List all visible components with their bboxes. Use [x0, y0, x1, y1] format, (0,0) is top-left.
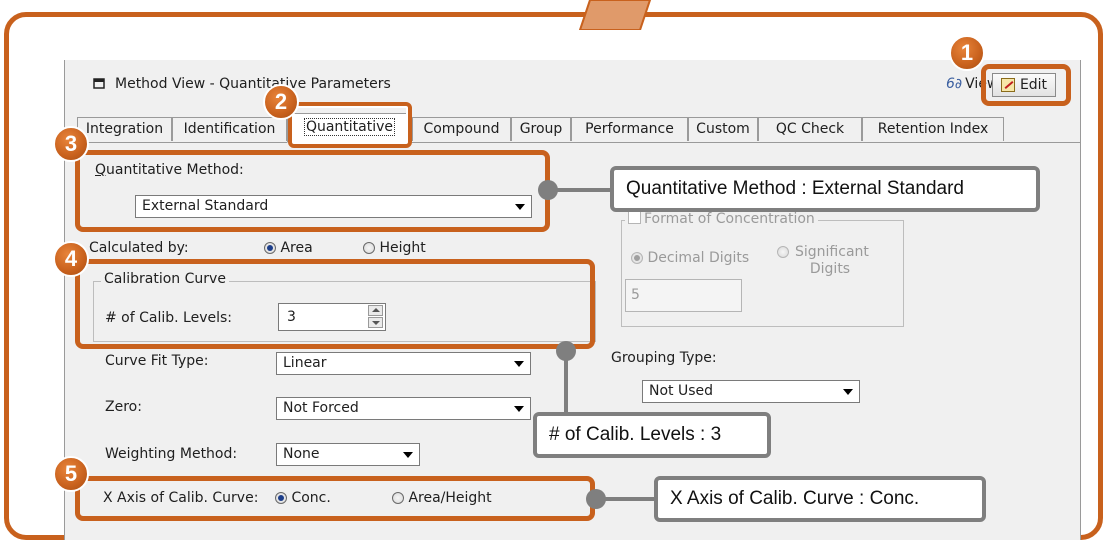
grouping-type-label: Grouping Type:	[611, 350, 717, 366]
tab-identification[interactable]: Identification	[172, 117, 287, 141]
chevron-down-icon	[514, 406, 524, 412]
significant-digits-radio[interactable]	[777, 244, 789, 260]
tab-retention-index[interactable]: Retention Index	[862, 117, 1004, 141]
callout-calib-levels: # of Calib. Levels : 3	[533, 412, 771, 458]
calculated-by-label: Calculated by:	[89, 240, 189, 256]
pointer-tab	[578, 0, 652, 30]
tab-compound[interactable]: Compound	[412, 117, 511, 141]
callout-dot	[538, 180, 558, 200]
callout-line	[564, 358, 568, 413]
callout-x-axis: X Axis of Calib. Curve : Conc.	[654, 476, 986, 522]
badge-1: 1	[949, 35, 985, 71]
badge-3: 3	[53, 126, 89, 162]
callout-dot	[586, 489, 606, 509]
zero-label: Zero:	[105, 399, 142, 415]
radio-empty-icon	[363, 242, 375, 254]
highlight-quant-method	[75, 150, 550, 232]
tab-performance[interactable]: Performance	[571, 117, 688, 141]
decimal-digits-radio[interactable]: Decimal Digits	[631, 250, 749, 266]
chevron-down-icon	[514, 361, 524, 367]
area-radio[interactable]: Area	[264, 240, 313, 256]
window-title: Method View - Quantitative Parameters	[93, 76, 391, 92]
format-concentration-label: Format of Concentration	[625, 211, 818, 227]
curve-fit-label: Curve Fit Type:	[105, 353, 209, 369]
digits-value: 5	[631, 287, 640, 303]
highlight-x-axis	[75, 476, 595, 521]
radio-empty-icon	[777, 246, 789, 258]
badge-4: 4	[53, 241, 89, 277]
pin-icon[interactable]	[93, 77, 105, 89]
zero-value: Not Forced	[283, 400, 359, 416]
grouping-type-select[interactable]: Not Used	[642, 380, 860, 403]
radio-selected-icon	[264, 242, 276, 254]
radio-selected-icon	[631, 252, 643, 264]
glasses-icon: 6∂	[946, 76, 963, 92]
curve-fit-select[interactable]: Linear	[276, 352, 531, 375]
height-label: Height	[379, 240, 426, 256]
callout-quant-method: Quantitative Method : External Standard	[610, 166, 1040, 212]
weighting-value: None	[283, 446, 320, 462]
highlight-calib-levels	[75, 259, 595, 349]
weighting-select[interactable]: None	[276, 443, 420, 466]
significant-digits-label: Significant Digits	[795, 244, 869, 277]
callout-line	[556, 188, 612, 192]
chevron-down-icon	[403, 452, 413, 458]
checkbox-icon[interactable]	[628, 211, 641, 224]
badge-5: 5	[53, 456, 89, 492]
decimal-digits-label: Decimal Digits	[647, 250, 750, 266]
tab-qc-check[interactable]: QC Check	[758, 117, 862, 141]
chevron-down-icon	[843, 389, 853, 395]
highlight-edit	[981, 64, 1071, 106]
height-radio[interactable]: Height	[363, 240, 426, 256]
tab-custom[interactable]: Custom	[688, 117, 758, 141]
tab-strip: Integration Identification Quantitative …	[65, 113, 1080, 143]
grouping-type-value: Not Used	[649, 383, 714, 399]
callout-line	[604, 497, 656, 501]
weighting-label: Weighting Method:	[105, 446, 238, 462]
badge-2: 2	[263, 84, 299, 120]
zero-select[interactable]: Not Forced	[276, 397, 531, 420]
tab-group[interactable]: Group	[511, 117, 571, 141]
tab-integration[interactable]: Integration	[77, 117, 172, 141]
window-title-text: Method View - Quantitative Parameters	[115, 76, 391, 92]
area-label: Area	[280, 240, 313, 256]
highlight-quantitative-tab	[288, 102, 412, 148]
digits-input[interactable]: 5	[625, 279, 742, 312]
curve-fit-value: Linear	[283, 355, 327, 371]
